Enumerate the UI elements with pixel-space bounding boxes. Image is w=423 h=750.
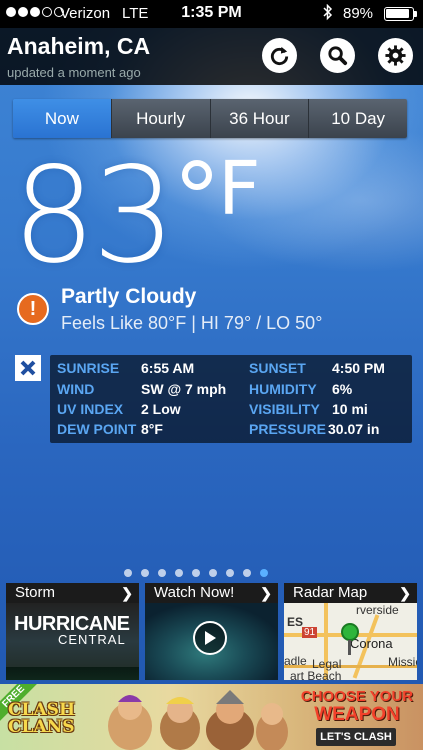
tab-now[interactable]: Now — [13, 99, 111, 138]
map-label: art Beach — [290, 669, 342, 680]
page-dot[interactable] — [124, 569, 132, 577]
page-dot[interactable] — [226, 569, 234, 577]
detail-label: PRESSURE — [249, 421, 327, 437]
search-icon — [328, 46, 348, 66]
details-row: DEW POINT 8°F PRESSURE 30.07 in — [50, 421, 412, 441]
watch-now-card[interactable]: Watch Now! ❯ — [145, 583, 278, 680]
refresh-button[interactable] — [262, 38, 297, 73]
detail-value: 2 Low — [141, 401, 181, 417]
refresh-icon — [270, 46, 289, 66]
forecast-tabs: Now Hourly 36 Hour 10 Day — [13, 99, 407, 138]
app-header: Anaheim, CA updated a moment ago — [0, 28, 423, 85]
map-label: adle — [284, 654, 307, 668]
lets-clash-button[interactable]: LET'S CLASH — [316, 728, 396, 746]
battery-percent: 89% — [343, 5, 374, 22]
page-dot[interactable] — [141, 569, 149, 577]
play-button[interactable] — [193, 621, 227, 655]
settings-button[interactable] — [378, 38, 413, 73]
detail-value: SW @ 7 mph — [141, 381, 227, 397]
chevron-right-icon: ❯ — [260, 585, 272, 601]
page-indicator[interactable] — [124, 569, 268, 577]
page-dot[interactable] — [209, 569, 217, 577]
card-title: Radar Map ❯ — [284, 583, 417, 603]
details-row: UV INDEX 2 Low VISIBILITY 10 mi — [50, 401, 412, 421]
watch-card-title: Watch Now! — [154, 584, 235, 601]
current-temperature: 83 — [12, 139, 176, 293]
detail-value: 30.07 in — [328, 421, 380, 437]
close-icon — [20, 360, 36, 376]
degree-symbol — [182, 160, 212, 190]
card-title: Watch Now! ❯ — [145, 583, 278, 603]
detail-value: 6:55 AM — [141, 360, 195, 376]
game-logo: CLASH CLANS — [8, 702, 75, 736]
updated-text: updated a moment ago — [7, 65, 141, 80]
battery-nub — [414, 11, 417, 17]
detail-value: 10 mi — [332, 401, 368, 417]
detail-label: DEW POINT — [57, 421, 137, 437]
ad-banner[interactable]: FREE CLASH CLANS CHOOSE YOUR WEAPON LET'… — [0, 684, 423, 750]
details-row: SUNRISE 6:55 AM SUNSET 4:50 PM — [50, 360, 412, 380]
page-dot[interactable] — [192, 569, 200, 577]
storm-ground — [6, 667, 139, 680]
detail-label: VISIBILITY — [249, 401, 320, 417]
detail-label: SUNSET — [249, 360, 306, 376]
page-dot[interactable] — [175, 569, 183, 577]
location-title[interactable]: Anaheim, CA — [7, 33, 150, 60]
ad-headline: CHOOSE YOUR WEAPON — [296, 689, 418, 725]
battery-icon — [384, 7, 414, 21]
chevron-right-icon: ❯ — [121, 585, 133, 601]
tab-36-hour[interactable]: 36 Hour — [209, 99, 309, 138]
central-text: CENTRAL — [58, 632, 126, 647]
map-pin-stick — [348, 640, 351, 655]
gear-icon — [385, 45, 406, 66]
page-dot[interactable] — [243, 569, 251, 577]
ad-headline-line: WEAPON — [314, 703, 400, 725]
alert-icon[interactable]: ! — [17, 293, 49, 325]
storm-card-title: Storm — [15, 584, 56, 601]
page-dot[interactable] — [158, 569, 166, 577]
play-icon — [205, 631, 216, 645]
temperature-unit: F — [218, 146, 261, 232]
map-label: Mission — [388, 655, 417, 669]
chevron-right-icon: ❯ — [399, 585, 411, 601]
detail-label: SUNRISE — [57, 360, 120, 376]
map-label: ES — [287, 615, 304, 629]
radar-map-thumbnail: ES rverside Corona Mission adle Legal ar… — [284, 603, 417, 680]
map-highway-label: 91 — [302, 627, 318, 638]
storm-card[interactable]: Storm ❯ HURRICANE CENTRAL — [6, 583, 139, 680]
search-button[interactable] — [320, 38, 355, 73]
game-logo-line: CLANS — [8, 717, 75, 737]
detail-label: UV INDEX — [57, 401, 124, 417]
ad-characters-image — [108, 690, 288, 750]
card-title: Storm ❯ — [6, 583, 139, 603]
details-row: WIND SW @ 7 mph HUMIDITY 6% — [50, 381, 412, 401]
bluetooth-icon — [323, 3, 333, 25]
page-dot[interactable] — [260, 569, 268, 577]
condition-text: Partly Cloudy — [61, 285, 197, 308]
tab-hourly[interactable]: Hourly — [110, 99, 210, 138]
map-pin-icon — [341, 623, 359, 641]
tab-10-day[interactable]: 10 Day — [308, 99, 407, 138]
radar-card-title: Radar Map — [293, 584, 368, 601]
feels-like-text: Feels Like 80°F | HI 79° / LO 50° — [61, 313, 323, 333]
detail-value: 4:50 PM — [332, 360, 385, 376]
details-panel: SUNRISE 6:55 AM SUNSET 4:50 PM WIND SW @… — [50, 355, 412, 443]
detail-label: HUMIDITY — [249, 381, 317, 397]
close-details-button[interactable] — [15, 355, 41, 381]
status-bar: Verizon LTE 1:35 PM 89% — [0, 0, 423, 28]
detail-label: WIND — [57, 381, 95, 397]
map-label: rverside — [356, 603, 399, 617]
radar-map-card[interactable]: Radar Map ❯ ES rverside Corona Mission a… — [284, 583, 417, 680]
detail-value: 6% — [332, 381, 353, 397]
ad-headline-line: CHOOSE YOUR — [300, 688, 414, 705]
detail-value: 8°F — [141, 421, 163, 437]
